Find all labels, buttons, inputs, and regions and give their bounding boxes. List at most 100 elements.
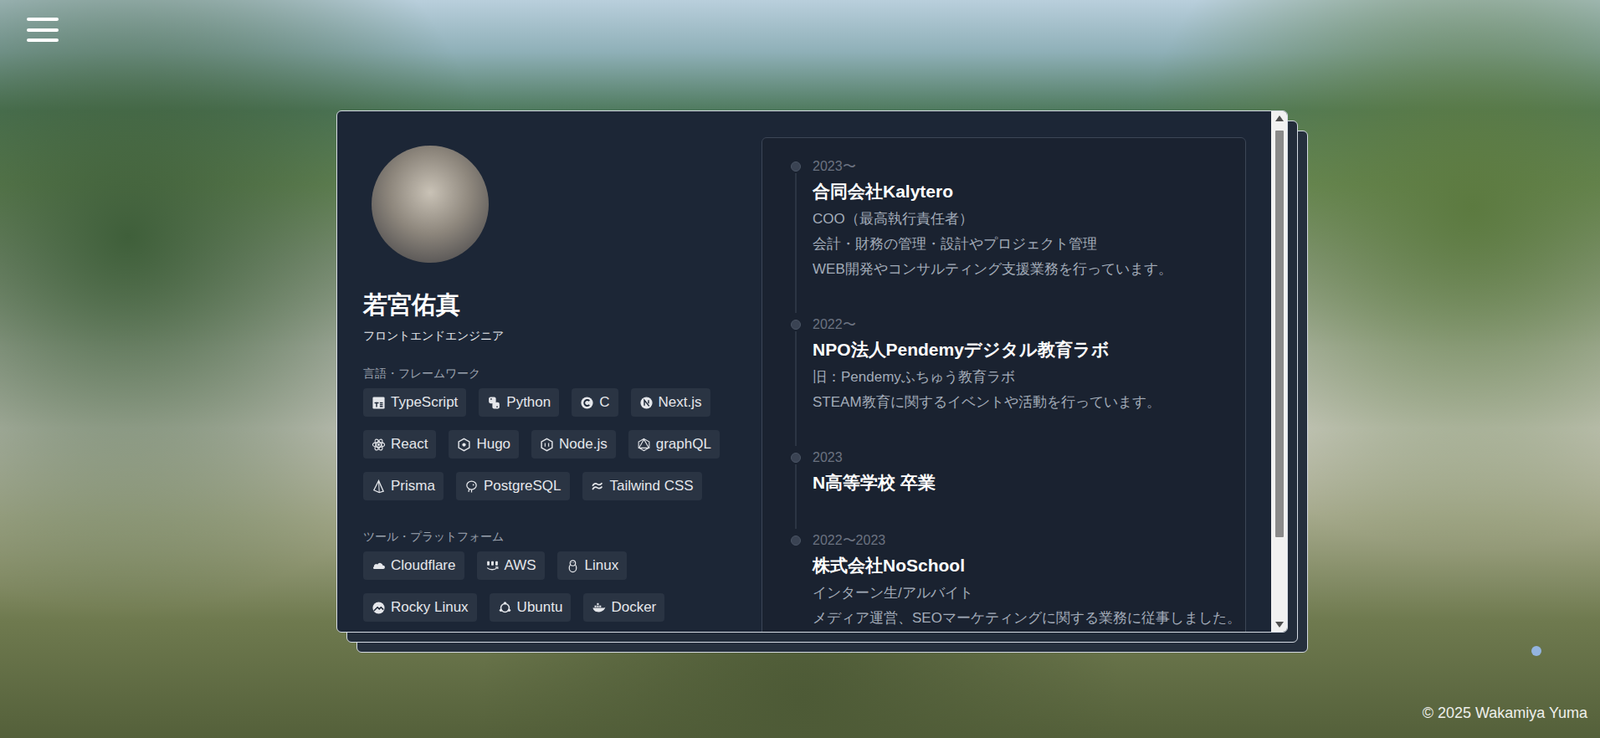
skill-chip: Prisma xyxy=(363,471,444,501)
avatar-photo xyxy=(371,145,489,263)
timeline-description: 会計・財務の管理・設計やプロジェクト管理 xyxy=(812,231,1246,257)
pagination xyxy=(1531,646,1542,657)
timeline-line xyxy=(794,331,797,447)
typescript-icon xyxy=(371,395,386,411)
timeline-description: WEB開発やコンサルティング支援業務を行っています。 xyxy=(812,256,1246,283)
timeline-title: 合同会社Kalytero xyxy=(812,176,1246,207)
hugo-icon xyxy=(456,437,472,452)
skill-chip: Rocky Linux xyxy=(363,593,477,622)
menu-button[interactable] xyxy=(26,17,59,42)
skill-chip: PostgreSQL xyxy=(456,471,570,501)
timeline-title: N高等学校 卒業 xyxy=(812,467,1246,498)
skill-chip: React xyxy=(363,430,436,459)
graphql-icon xyxy=(636,437,652,452)
linux-icon xyxy=(565,558,580,574)
nodejs-icon xyxy=(539,437,554,452)
timeline-period: 2023 xyxy=(812,447,1246,468)
skill-label: Rocky Linux xyxy=(390,598,469,617)
nextjs-icon xyxy=(639,395,654,411)
python-icon xyxy=(487,395,502,411)
scrollbar[interactable] xyxy=(1271,111,1288,632)
timeline-dot xyxy=(790,535,801,546)
skill-chip: AWS xyxy=(476,551,545,580)
scroll-up-icon[interactable] xyxy=(1275,111,1284,126)
skill-chip: Ubuntu xyxy=(489,593,572,622)
profile-card: 若宮佑真フロントエンドエンジニア言語・フレームワーク TypeScript Pyth… xyxy=(336,110,1288,633)
pagination-dot[interactable] xyxy=(1531,646,1542,657)
skill-label: Python xyxy=(506,393,551,412)
prisma-icon xyxy=(371,479,386,494)
timeline-entry: 2023〜合同会社KalyteroCOO（最高執行責任者）会計・財務の管理・設計… xyxy=(812,156,1246,283)
skill-label: Cloudflare xyxy=(390,556,457,575)
profile-role: フロントエンドエンジニア xyxy=(363,325,762,346)
skill-label: Node.js xyxy=(558,435,608,454)
postgresql-icon xyxy=(464,479,479,494)
skill-list: TypeScript Python C Next.js React Hugo Node.js… xyxy=(363,388,739,501)
scroll-track[interactable] xyxy=(1271,125,1288,618)
timeline-dot xyxy=(790,161,801,172)
timeline-dot xyxy=(790,452,801,463)
skill-chip: Docker xyxy=(583,593,665,622)
timeline-period: 2023〜 xyxy=(812,156,1246,177)
skill-chip: Next.js xyxy=(630,388,711,417)
timeline-line xyxy=(794,464,797,529)
react-icon xyxy=(371,437,386,452)
skill-label: Prisma xyxy=(390,476,436,496)
scroll-thumb[interactable] xyxy=(1275,130,1284,538)
skill-chip: C xyxy=(571,388,618,417)
aws-icon xyxy=(485,558,500,574)
skill-chip: Cloudflare xyxy=(363,551,465,580)
timeline-column: 2023〜合同会社KalyteroCOO（最高執行責任者）会計・財務の管理・設計… xyxy=(761,111,1247,632)
card-stack: 若宮佑真フロントエンドエンジニア言語・フレームワーク TypeScript Pyth… xyxy=(336,110,1288,633)
skill-list: Cloudflare AWS Linux Rocky Linux Ubuntu Docke… xyxy=(363,551,739,622)
skill-label: Hugo xyxy=(476,435,511,454)
timeline-description: 旧：Pendemyふちゅう教育ラボ xyxy=(812,364,1246,390)
skill-label: PostgreSQL xyxy=(483,476,562,496)
skill-label: Ubuntu xyxy=(517,598,564,617)
timeline-description: インターン生/アルバイト xyxy=(812,580,1246,606)
rocky-linux-icon xyxy=(371,600,386,616)
skill-group-title: 言語・フレームワーク xyxy=(363,364,762,383)
skill-label: Docker xyxy=(610,598,657,617)
profile-name: 若宮佑真 xyxy=(363,289,762,320)
skill-label: AWS xyxy=(504,556,537,575)
c-language-icon xyxy=(579,395,595,411)
timeline-entry: 2022〜NPO法人Pendemyデジタル教育ラボ旧：Pendemyふちゅう教育… xyxy=(812,314,1246,416)
timeline-box: 2023〜合同会社KalyteroCOO（最高執行責任者）会計・財務の管理・設計… xyxy=(761,137,1247,633)
timeline-entry: 2022〜2023株式会社NoSchoolインターン生/アルバイトメディア運営、… xyxy=(812,530,1246,631)
skill-label: Next.js xyxy=(658,393,703,412)
timeline-period: 2022〜 xyxy=(812,314,1246,335)
timeline-period: 2022〜2023 xyxy=(812,530,1246,551)
hamburger-icon xyxy=(26,17,59,42)
skill-label: TypeScript xyxy=(390,393,458,412)
cloudflare-icon xyxy=(371,558,386,574)
scroll-down-icon[interactable] xyxy=(1275,617,1284,632)
skill-chip: Node.js xyxy=(531,430,616,459)
skill-label: C xyxy=(599,393,610,412)
timeline-title: NPO法人Pendemyデジタル教育ラボ xyxy=(812,334,1246,365)
timeline-description: COO（最高執行責任者） xyxy=(812,206,1246,232)
timeline-entry: 2023N高等学校 卒業 xyxy=(812,447,1246,498)
docker-icon xyxy=(591,600,606,616)
skill-chip: TypeScript xyxy=(363,388,467,417)
footer-copyright: © 2025 Wakamiya Yuma xyxy=(1422,702,1588,724)
timeline-description: STEAM教育に関するイベントや活動を行っています。 xyxy=(812,389,1246,416)
profile-column: 若宮佑真フロントエンドエンジニア言語・フレームワーク TypeScript Pyth… xyxy=(337,111,762,632)
page-background: 若宮佑真フロントエンドエンジニア言語・フレームワーク TypeScript Pyth… xyxy=(0,0,1600,738)
timeline-dot xyxy=(790,319,801,330)
tailwind-icon xyxy=(590,479,606,494)
skill-label: Tailwind CSS xyxy=(610,476,694,496)
timeline-description: メディア運営、SEOマーケティングに関する業務に従事しました。 xyxy=(812,605,1246,631)
timeline-title: 株式会社NoSchool xyxy=(812,550,1246,581)
skill-label: Linux xyxy=(584,556,620,575)
skill-label: React xyxy=(390,435,428,454)
skill-chip: Python xyxy=(478,388,559,417)
skill-group-title: ツール・プラットフォーム xyxy=(363,527,762,546)
skill-chip: Linux xyxy=(557,551,628,580)
timeline-line xyxy=(794,173,797,313)
skill-label: graphQL xyxy=(656,435,712,454)
skill-chip: Hugo xyxy=(448,430,519,459)
skill-chip: graphQL xyxy=(628,430,720,459)
skill-chip: Tailwind CSS xyxy=(582,471,703,501)
ubuntu-icon xyxy=(497,600,513,616)
